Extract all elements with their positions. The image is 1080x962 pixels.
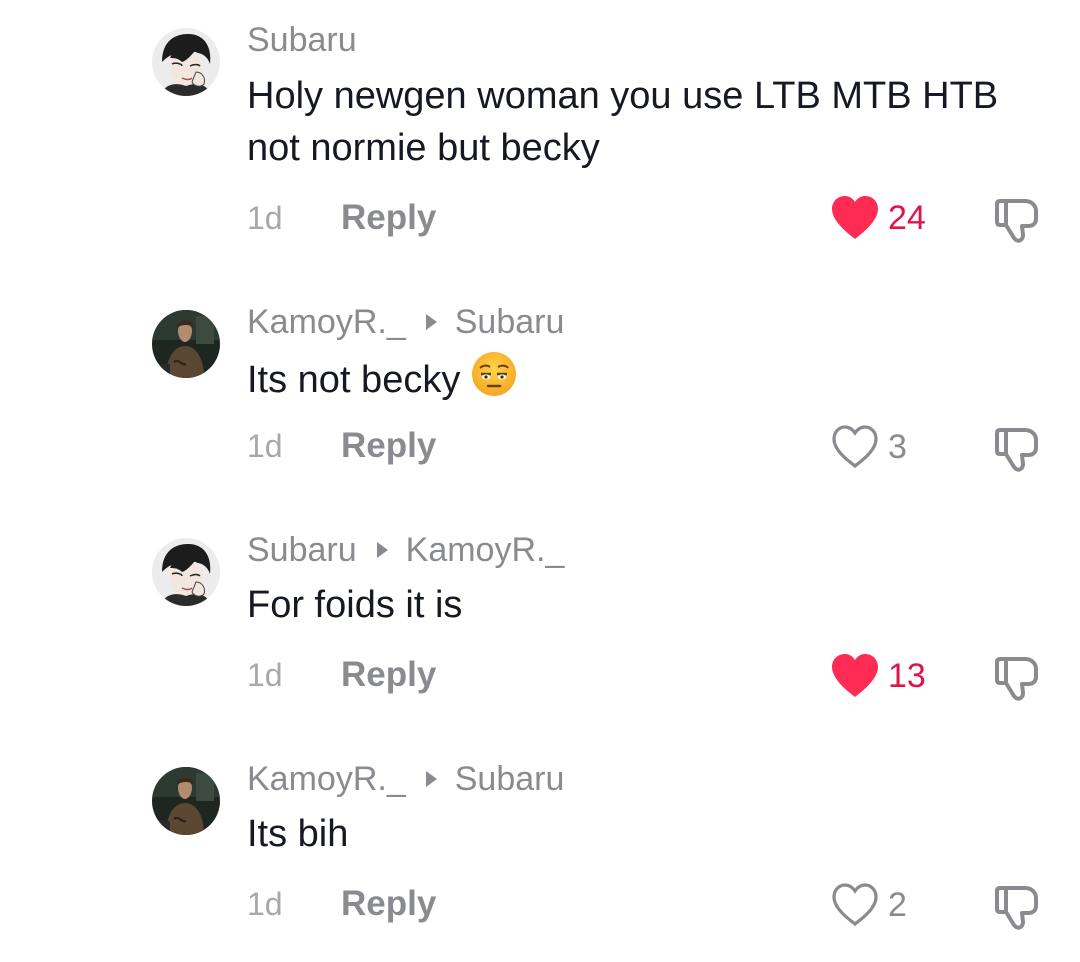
thumbs-down-icon — [995, 886, 1038, 930]
triangle-right-icon — [425, 771, 437, 787]
comment-author-row: KamoyR._ Subaru — [247, 302, 564, 342]
relieved-face-emoji — [470, 350, 518, 412]
comment-author[interactable]: Subaru — [247, 531, 357, 570]
comment-text: For foids it is — [247, 584, 463, 626]
comment-text: Its bih — [247, 813, 349, 855]
avatar[interactable] — [152, 538, 220, 606]
reply-to-author[interactable]: KamoyR._ — [406, 531, 565, 570]
comment-meta: 1d Reply — [247, 198, 436, 238]
comment-text: Holy newgen woman you use LTB MTB HTB no… — [247, 75, 999, 169]
avatar[interactable] — [152, 28, 220, 96]
comment-author-row: Subaru KamoyR._ — [247, 530, 564, 570]
comment-time: 1d — [247, 885, 283, 922]
like-count: 24 — [888, 198, 926, 237]
triangle-right-icon — [376, 542, 388, 558]
reply-button[interactable]: Reply — [341, 884, 436, 924]
dislike-button[interactable] — [992, 880, 1044, 932]
comment-text: Its not becky — [247, 350, 1027, 412]
dislike-button[interactable] — [992, 651, 1044, 703]
triangle-right-icon — [425, 314, 437, 330]
comment-meta: 1d Reply — [247, 655, 436, 695]
dislike-button[interactable] — [992, 193, 1044, 245]
like-count: 3 — [888, 427, 907, 466]
thumbs-down-icon — [995, 428, 1038, 472]
heart-filled-icon — [832, 654, 878, 697]
reply-button[interactable]: Reply — [341, 198, 436, 238]
like-button[interactable]: 24 — [830, 193, 926, 243]
reply-button[interactable]: Reply — [341, 655, 436, 695]
comment-meta: 1d Reply — [247, 426, 436, 466]
reply-to-author[interactable]: Subaru — [455, 303, 565, 342]
reply-to-author[interactable]: Subaru — [455, 760, 565, 799]
comment-text-content: Its not becky — [247, 359, 461, 401]
heart-outline-icon — [832, 425, 878, 469]
like-count: 13 — [888, 656, 926, 695]
comment-time: 1d — [247, 656, 283, 693]
comment-author[interactable]: Subaru — [247, 21, 357, 60]
reply-button[interactable]: Reply — [341, 426, 436, 466]
like-count: 2 — [888, 885, 907, 924]
thumbs-down-icon — [995, 657, 1038, 701]
like-button[interactable]: 2 — [830, 880, 907, 930]
comment-author-row: Subaru — [247, 20, 357, 60]
comment-time: 1d — [247, 199, 283, 236]
thumbs-down-icon — [995, 199, 1038, 243]
heart-outline-icon — [832, 883, 878, 927]
comment-meta: 1d Reply — [247, 884, 436, 924]
comment-author-row: KamoyR._ Subaru — [247, 759, 564, 799]
like-button[interactable]: 13 — [830, 651, 926, 701]
avatar[interactable] — [152, 310, 220, 378]
comment-author[interactable]: KamoyR._ — [247, 303, 406, 342]
comment-time: 1d — [247, 427, 283, 464]
dislike-button[interactable] — [992, 422, 1044, 474]
comment-author[interactable]: KamoyR._ — [247, 760, 406, 799]
avatar[interactable] — [152, 767, 220, 835]
heart-filled-icon — [832, 196, 878, 239]
like-button[interactable]: 3 — [830, 422, 907, 472]
